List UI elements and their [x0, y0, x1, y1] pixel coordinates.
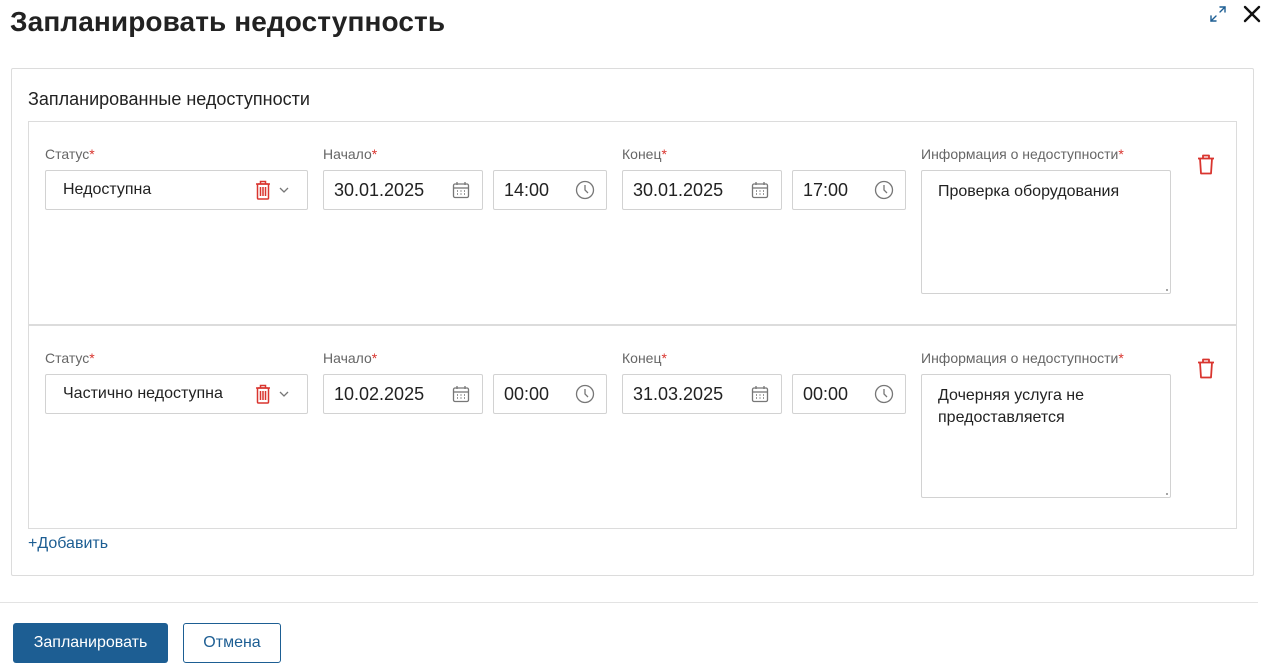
end-date-input[interactable]: 30.01.2025 [622, 170, 782, 210]
clock-icon[interactable] [574, 383, 596, 405]
status-value: Частично недоступна [63, 385, 223, 402]
info-label: Информация о недоступности* [921, 146, 1124, 162]
trash-icon[interactable] [1195, 152, 1217, 176]
unavailability-row: Статус* Начало* Конец* Информация о недо… [28, 121, 1237, 325]
dialog-title: Запланировать недоступность [10, 6, 446, 37]
info-textarea[interactable]: Проверка оборудования [921, 170, 1171, 294]
end-time-input[interactable]: 00:00 [792, 374, 906, 414]
start-label: Начало* [323, 146, 378, 162]
clock-icon[interactable] [873, 383, 895, 405]
clock-icon[interactable] [873, 179, 895, 201]
resize-handle[interactable] [1166, 493, 1168, 495]
footer-divider [0, 602, 1258, 603]
start-date-input[interactable]: 30.01.2025 [323, 170, 483, 210]
end-date-input[interactable]: 31.03.2025 [622, 374, 782, 414]
status-label: Статус* [45, 350, 95, 366]
start-time-input[interactable]: 14:00 [493, 170, 607, 210]
info-textarea[interactable]: Дочерняя услуга не предоставляется [921, 374, 1171, 498]
start-date-input[interactable]: 10.02.2025 [323, 374, 483, 414]
end-label: Конец* [622, 146, 667, 162]
trash-icon[interactable] [253, 179, 273, 201]
calendar-icon[interactable] [450, 179, 472, 201]
close-icon[interactable] [1238, 0, 1266, 28]
calendar-icon[interactable] [749, 179, 771, 201]
resize-handle[interactable] [1166, 289, 1168, 291]
status-select[interactable]: Недоступна [45, 170, 308, 210]
trash-icon[interactable] [253, 383, 273, 405]
clock-icon[interactable] [574, 179, 596, 201]
schedule-button[interactable]: Запланировать [13, 623, 168, 663]
chevron-down-icon[interactable] [277, 183, 291, 197]
status-select[interactable]: Частично недоступна [45, 374, 308, 414]
scheduled-unavailability-panel: Запланированные недоступности Статус* На… [11, 68, 1254, 576]
start-label: Начало* [323, 350, 378, 366]
status-value: Недоступна [63, 181, 152, 198]
schedule-unavailability-dialog: Запланировать недоступность Запланирован… [0, 0, 1270, 669]
start-time-input[interactable]: 00:00 [493, 374, 607, 414]
chevron-down-icon[interactable] [277, 387, 291, 401]
calendar-icon[interactable] [749, 383, 771, 405]
expand-icon[interactable] [1206, 2, 1230, 26]
status-label: Статус* [45, 146, 95, 162]
cancel-button[interactable]: Отмена [183, 623, 281, 663]
add-row-link[interactable]: +Добавить [28, 535, 108, 553]
end-time-input[interactable]: 17:00 [792, 170, 906, 210]
calendar-icon[interactable] [450, 383, 472, 405]
section-title: Запланированные недоступности [28, 89, 310, 109]
end-label: Конец* [622, 350, 667, 366]
info-label: Информация о недоступности* [921, 350, 1124, 366]
trash-icon[interactable] [1195, 356, 1217, 380]
unavailability-row: Статус* Начало* Конец* Информация о недо… [28, 325, 1237, 529]
